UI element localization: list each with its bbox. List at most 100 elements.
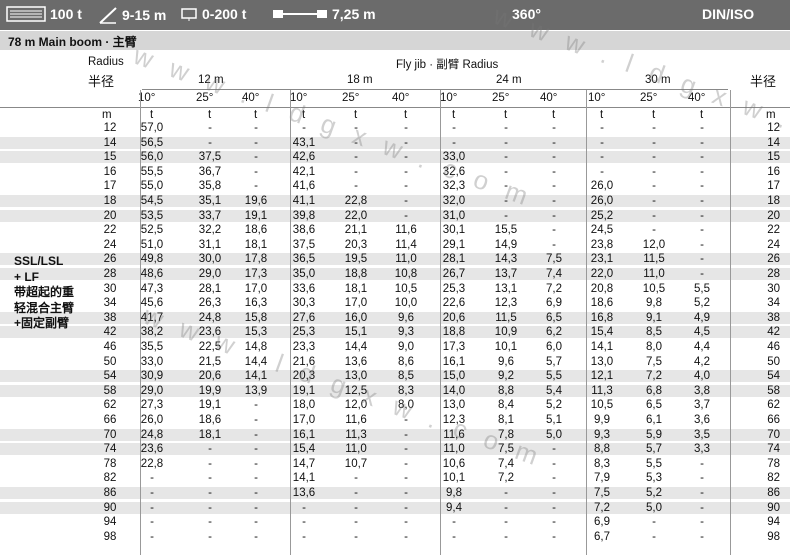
load-cell: - [552, 487, 556, 499]
radius-header-en: Radius [88, 56, 124, 68]
load-cell: - [552, 165, 556, 178]
load-cell: 7,5 [646, 355, 662, 368]
load-cell: 3,8 [694, 384, 710, 397]
load-cell: 14,3 [494, 253, 518, 266]
table-row: 54 30,9 20,6 14,1 20,3 13,0 8,5 15,0 9,2 5,5 12,1 7… [0, 370, 790, 383]
load-cell: - [254, 428, 258, 441]
load-cell: 28,1 [442, 253, 466, 266]
load-cell: 32,0 [442, 195, 466, 207]
angle-header: 25° [492, 92, 510, 104]
load-cell: - [302, 516, 306, 529]
load-cell: 41,6 [292, 180, 316, 193]
load-cell: 7,4 [546, 268, 562, 280]
load-cell: 47,3 [140, 282, 164, 295]
load-cell: - [700, 253, 704, 266]
load-cell: 15,1 [344, 326, 368, 339]
load-cell: 27,3 [140, 399, 164, 412]
radius-cell-right: 18 [767, 195, 780, 207]
load-cell: 27,6 [292, 311, 316, 324]
load-cell: 48,6 [140, 268, 164, 280]
load-cell: 16,1 [442, 355, 466, 368]
load-cell: 32,2 [198, 224, 222, 237]
load-cell: 33,6 [292, 282, 316, 295]
load-cell: 8,0 [646, 341, 662, 353]
load-cell: 37,5 [292, 238, 316, 251]
load-cell: - [504, 530, 508, 543]
load-cell: 5,5 [694, 282, 710, 295]
radius-cell-right: 20 [767, 209, 780, 222]
load-cell: 33,7 [198, 209, 222, 222]
load-cell: 11,0 [395, 253, 417, 266]
load-cell: 17,0 [344, 297, 368, 310]
load-cell: - [254, 516, 258, 529]
load-cell: 20,6 [198, 370, 222, 383]
load-cell: - [254, 136, 258, 149]
load-cell: - [354, 530, 358, 543]
load-cell: - [504, 151, 508, 164]
table-row: 16 55,5 36,7-42,1- -32,6- - - - -16 [0, 166, 790, 178]
radius-cell-right: 28 [767, 268, 780, 280]
superlift-icon [98, 6, 118, 27]
load-cell: 8,5 [398, 370, 414, 383]
table-row: 98- - - - - - - - -6,7- -98 [0, 531, 790, 543]
load-cell: 8,5 [646, 326, 662, 339]
load-cell: - [404, 457, 408, 470]
load-cell: 25,3 [442, 282, 466, 295]
table-row: 22 52,5 32,2 18,6 38,6 21,1 11,6 30,1 15,5-24,5-… [0, 224, 790, 236]
load-cell: 41,1 [292, 195, 316, 207]
load-cell: - [504, 122, 508, 134]
load-cell: 8,4 [498, 399, 514, 412]
load-cell: - [254, 414, 258, 426]
ballast-tray-icon [180, 6, 198, 25]
load-cell: 11,5 [495, 311, 517, 324]
radius-cell-right: 98 [767, 530, 780, 543]
load-cell: 18,6 [244, 224, 268, 237]
load-cell: 33,0 [140, 355, 164, 368]
load-cell: - [404, 530, 408, 543]
load-cell: 7,2 [546, 282, 562, 295]
header-rule [0, 107, 790, 108]
table-row: 24 51,0 31,1 18,1 37,5 20,3 11,4 29,1 14,9-23,8 1… [0, 239, 790, 251]
side-label-line: +固定副臂 [14, 316, 70, 330]
load-cell: - [354, 472, 358, 485]
load-cell: - [552, 238, 556, 251]
radius-cell-right: 42 [767, 326, 780, 339]
load-cell: 9,4 [446, 501, 462, 514]
table-row: 30 47,3 28,1 17,0 33,6 18,1 10,5 25,3 13,1 7,2 20,… [0, 283, 790, 295]
standard-label: DIN/ISO [702, 6, 755, 22]
load-cell: 42,1 [292, 165, 316, 178]
unit-t: t [652, 109, 656, 121]
unit-t: t [404, 109, 408, 121]
load-cell: 36,5 [292, 253, 316, 266]
load-cell: - [700, 487, 704, 499]
table-row: 90- - - - - -9,4- -7,2 5,0-90 [0, 501, 790, 514]
load-cell: 20,6 [442, 311, 466, 324]
load-cell: - [208, 122, 212, 134]
table-row: 20 53,5 33,7 19,1 39,8 22,0-31,0- -25,2- -20 [0, 209, 790, 222]
load-cell: - [452, 136, 456, 149]
load-cell: - [208, 136, 212, 149]
load-cell: 7,2 [498, 472, 514, 485]
load-cell: 31,0 [442, 209, 466, 222]
load-cell: - [504, 516, 508, 529]
load-cell: 39,8 [292, 209, 316, 222]
table-row: 74 23,6- -15,4 11,0-11,0 7,5-8,8 5,7 3,3 74 [0, 443, 790, 456]
table-row: 46 35,5 22,5 14,8 23,3 14,4 9,0 17,3 10,1 6,0 14,1… [0, 341, 790, 353]
load-cell: - [552, 530, 556, 543]
unit-t: t [150, 109, 154, 121]
load-cell: - [652, 516, 656, 529]
load-cell: 12,0 [642, 238, 666, 251]
load-cell: 10,1 [494, 341, 518, 353]
load-cell: 7,5 [546, 253, 562, 266]
load-cell: 49,8 [140, 253, 164, 266]
load-cell: 13,7 [494, 268, 518, 280]
radius-cell: 12 [103, 122, 117, 134]
load-cell: 6,5 [546, 311, 562, 324]
track-width: 7,25 m [272, 6, 376, 24]
unit-t: t [552, 109, 556, 121]
radius-cell: 17 [103, 180, 117, 193]
load-cell: - [652, 180, 656, 193]
load-cell: 6,1 [646, 414, 662, 426]
table-row: 17 55,0 35,8-41,6- -32,3- -26,0- -17 [0, 180, 790, 192]
load-cell: 5,0 [646, 501, 662, 514]
